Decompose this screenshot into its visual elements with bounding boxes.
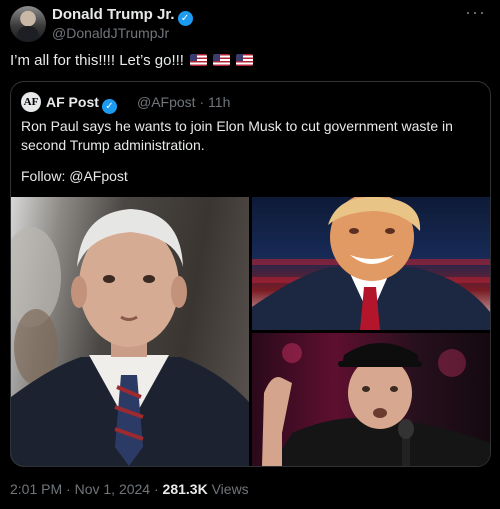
- verified-badge-icon: ✓: [177, 11, 193, 26]
- author-handle[interactable]: @DonaldJTrumpJr: [52, 25, 169, 41]
- meta-separator: ·: [153, 481, 159, 497]
- views-label: Views: [211, 481, 249, 497]
- post-footer: 2:01 PM · Nov 1, 2024 · 281.3K Views: [10, 481, 249, 497]
- quoted-post-follow-line: Follow: @AFpost: [21, 168, 128, 184]
- us-flag-icon: [190, 54, 208, 66]
- post-time[interactable]: 2:01 PM: [10, 481, 62, 497]
- author-name-row[interactable]: Donald Trump Jr. ✓: [52, 6, 193, 26]
- verified-badge-icon: ✓: [101, 99, 117, 114]
- tweet-text-content: I’m all for this!!!! Let’s go!!!: [10, 52, 184, 69]
- quoted-post-age[interactable]: 11h: [208, 94, 230, 110]
- ron-paul-illustration: [11, 209, 249, 466]
- quoted-author-handle[interactable]: @AFpost: [137, 94, 196, 110]
- photo-ron-paul[interactable]: [11, 197, 249, 466]
- views-count[interactable]: 281.3K: [163, 481, 208, 497]
- meta-separator: ·: [66, 481, 71, 497]
- quoted-meta: @AFpost · 11h: [137, 94, 230, 110]
- photo-donald-trump[interactable]: [252, 197, 490, 330]
- quoted-post[interactable]: AF AF Post ✓ @AFpost · 11h Ron Paul says …: [10, 81, 491, 467]
- quoted-name-row[interactable]: AF Post ✓: [46, 94, 117, 114]
- quoted-post-text: Ron Paul says he wants to join Elon Musk…: [21, 118, 453, 153]
- more-options-icon[interactable]: ···: [465, 2, 486, 23]
- us-flag-icon: [213, 54, 231, 66]
- author-avatar[interactable]: [10, 6, 46, 42]
- tweet-text: I’m all for this!!!! Let’s go!!!: [10, 52, 254, 69]
- quoted-avatar[interactable]: AF: [21, 92, 41, 112]
- quoted-author-name[interactable]: AF Post: [46, 94, 99, 110]
- elon-musk-illustration: [262, 343, 490, 466]
- us-flag-icon: [236, 54, 254, 66]
- meta-separator: ·: [199, 94, 205, 110]
- post-date[interactable]: Nov 1, 2024: [75, 481, 151, 497]
- donald-trump-illustration: [252, 197, 490, 330]
- photo-elon-musk[interactable]: [252, 333, 490, 466]
- author-name[interactable]: Donald Trump Jr.: [52, 6, 175, 23]
